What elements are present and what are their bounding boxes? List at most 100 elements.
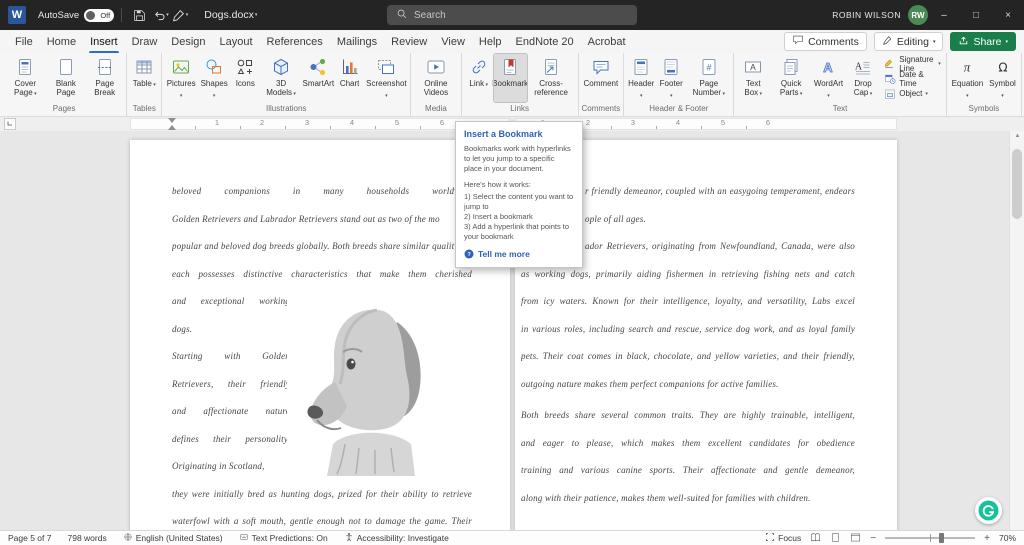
pen-chevron[interactable]: ▾: [186, 12, 189, 18]
chevron-down-icon: ▾: [799, 91, 803, 97]
drop-cap-button[interactable]: ADrop Cap ▾: [845, 54, 882, 102]
ribbon: Cover Page ▾Blank PagePage BreakPagesTab…: [0, 53, 1024, 117]
vertical-scrollbar[interactable]: ▲: [1009, 131, 1024, 530]
smartart-button[interactable]: SmartArt: [302, 54, 335, 102]
scroll-up-icon[interactable]: ▲: [1010, 133, 1024, 139]
3d-models-button[interactable]: 3D Models ▾: [260, 54, 302, 102]
date-time-button[interactable]: Date & Time: [881, 71, 943, 86]
indent-marker[interactable]: [168, 118, 176, 123]
svg-text:A: A: [750, 62, 756, 72]
comment-button[interactable]: Comment: [581, 54, 622, 102]
header-button[interactable]: Header ▾: [626, 54, 656, 102]
maximize-button[interactable]: □: [960, 0, 992, 30]
word-count[interactable]: 798 words: [67, 533, 106, 543]
autosave-toggle[interactable]: AutoSave Off: [38, 9, 114, 22]
tab-design[interactable]: Design: [164, 30, 212, 53]
save-icon[interactable]: [129, 4, 149, 26]
user-name[interactable]: ROBIN WILSON: [832, 10, 901, 20]
wordart-button[interactable]: AWordArt ▾: [812, 54, 844, 102]
footer-button[interactable]: Footer ▾: [656, 54, 686, 102]
tab-mailings[interactable]: Mailings: [330, 30, 384, 53]
pictures-button[interactable]: Pictures ▾: [164, 54, 198, 102]
page-break-button[interactable]: Page Break: [85, 54, 124, 102]
dog-image[interactable]: [287, 290, 455, 476]
zoom-in-button[interactable]: +: [984, 533, 990, 544]
tab-acrobat[interactable]: Acrobat: [581, 30, 633, 53]
ruler-tick: [701, 126, 702, 129]
zoom-knob[interactable]: [939, 533, 944, 543]
cover-page-button[interactable]: Cover Page ▾: [4, 54, 47, 102]
tab-insert[interactable]: Insert: [83, 30, 125, 53]
equation-button[interactable]: πEquation ▾: [949, 54, 986, 102]
online-videos-button[interactable]: Online Videos: [413, 54, 459, 102]
page-break-icon: [94, 57, 116, 77]
shapes-button[interactable]: Shapes ▾: [198, 54, 230, 102]
tab-references[interactable]: References: [260, 30, 330, 53]
grammarly-badge[interactable]: [975, 497, 1002, 524]
tab-help[interactable]: Help: [472, 30, 509, 53]
button-label: Online Videos: [416, 79, 456, 97]
minimize-button[interactable]: –: [928, 0, 960, 30]
scrollbar-thumb[interactable]: [1012, 149, 1022, 219]
tab-view[interactable]: View: [434, 30, 472, 53]
tell-me-more-link[interactable]: ? Tell me more: [464, 249, 574, 259]
button-label: WordArt ▾: [814, 79, 843, 98]
symbol-button[interactable]: ΩSymbol ▾: [986, 54, 1019, 102]
comments-button[interactable]: Comments: [784, 32, 867, 51]
ruler-number: 5: [395, 118, 399, 127]
table-button[interactable]: Table ▾: [129, 54, 159, 102]
editing-button[interactable]: Editing ▾: [874, 32, 944, 51]
cross-reference-button[interactable]: Cross-reference: [527, 54, 576, 102]
blank-page-icon: [55, 57, 77, 77]
zoom-out-button[interactable]: −: [870, 533, 876, 544]
focus-button[interactable]: Focus: [765, 532, 801, 544]
ribbon-group-symbols: πEquation ▾ΩSymbol ▾Symbols: [947, 53, 1022, 116]
page-number-button[interactable]: #Page Number ▾: [686, 54, 731, 102]
tab-file[interactable]: File: [8, 30, 40, 53]
print-layout-icon[interactable]: [830, 532, 841, 545]
language-indicator[interactable]: English (United States): [123, 532, 223, 544]
indent-marker[interactable]: [168, 125, 176, 130]
document-line: training and various canine sports. Thei…: [521, 457, 855, 485]
search-input[interactable]: Search: [387, 5, 637, 25]
tab-layout[interactable]: Layout: [213, 30, 260, 53]
tab-home[interactable]: Home: [40, 30, 83, 53]
ruler-tick: [420, 126, 421, 129]
document-title[interactable]: Dogs.docx ▾: [204, 9, 257, 21]
tooltip-steps: 1) Select the content you want to jump t…: [464, 192, 574, 242]
3d-models-icon: [270, 57, 292, 77]
tab-selector-icon[interactable]: [4, 118, 16, 130]
object-button[interactable]: Object▾: [881, 86, 943, 101]
autosave-pill[interactable]: Off: [84, 9, 114, 22]
screenshot-button[interactable]: Screenshot ▾: [365, 54, 409, 102]
ruler-number: 4: [350, 118, 354, 127]
bookmark-button[interactable]: Bookmark: [494, 54, 527, 102]
quick-parts-button[interactable]: Quick Parts ▾: [770, 54, 812, 102]
text-box-button[interactable]: AText Box ▾: [736, 54, 770, 102]
icons-icon: [234, 57, 256, 77]
tab-draw[interactable]: Draw: [125, 30, 165, 53]
zoom-level[interactable]: 70%: [999, 533, 1016, 543]
zoom-slider[interactable]: [885, 537, 975, 539]
page-left[interactable]: beloved companions in many households wo…: [130, 140, 510, 530]
web-layout-icon[interactable]: [850, 532, 861, 545]
page-indicator[interactable]: Page 5 of 7: [8, 533, 51, 543]
tab-endnote-20[interactable]: EndNote 20: [509, 30, 581, 53]
read-mode-icon[interactable]: [810, 532, 821, 545]
blank-page-button[interactable]: Blank Page: [47, 54, 85, 102]
header-icon: [630, 57, 652, 77]
word-logo[interactable]: W: [8, 6, 26, 24]
document-line: waterfowl with a soft mouth, gentle enou…: [172, 508, 472, 530]
text-predictions[interactable]: Text Predictions: On: [239, 532, 328, 544]
share-button[interactable]: Share ▾: [950, 32, 1016, 51]
link-button[interactable]: Link ▾: [464, 54, 494, 102]
ruler-tick: [375, 126, 376, 129]
ruler-tick: [656, 126, 657, 129]
tab-review[interactable]: Review: [384, 30, 434, 53]
avatar[interactable]: RW: [908, 5, 928, 25]
chart-button[interactable]: Chart: [335, 54, 365, 102]
shapes-icon: [203, 57, 225, 77]
icons-button[interactable]: Icons: [230, 54, 260, 102]
close-button[interactable]: ×: [992, 0, 1024, 30]
accessibility-status[interactable]: Accessibility: Investigate: [344, 532, 449, 544]
